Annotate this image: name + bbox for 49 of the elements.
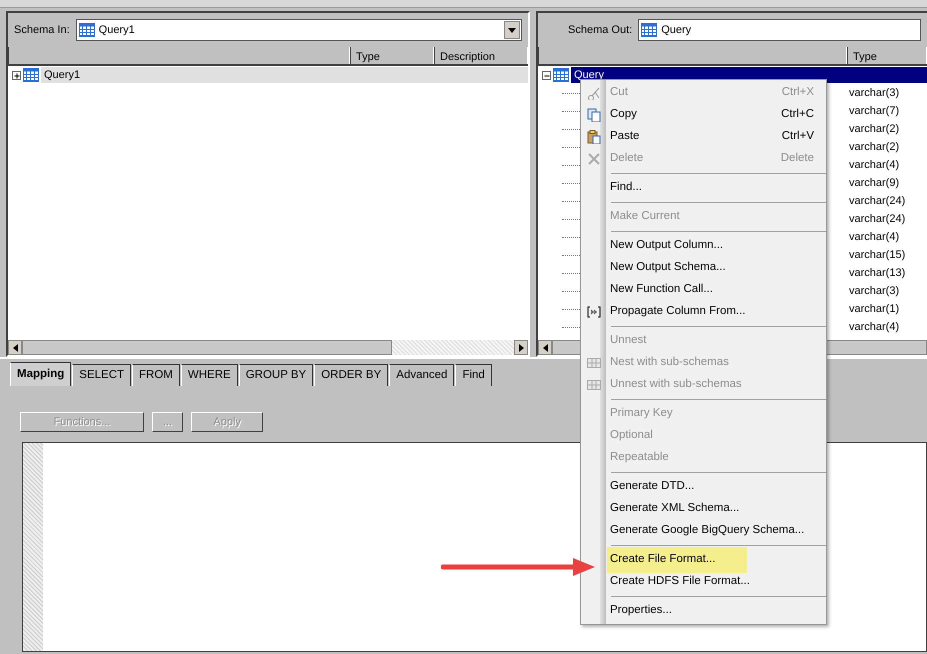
table-cell-text: varchar(1) — [849, 302, 900, 317]
menu-item[interactable]: New Output Column... — [607, 236, 726, 256]
menu-item[interactable]: Paste — [607, 127, 642, 147]
tab[interactable]: Mapping — [10, 362, 72, 386]
tab[interactable]: Advanced — [389, 364, 454, 386]
tree-item[interactable]: Query1 — [41, 66, 528, 84]
shortcut-label: Delete — [780, 151, 814, 166]
table-cell-text: varchar(24) — [849, 194, 906, 209]
dropdown-value: Query — [661, 22, 692, 38]
menu-item[interactable]: New Output Schema... — [607, 258, 729, 278]
menu-item[interactable]: Find... — [607, 178, 645, 198]
schema-label: Schema In: — [14, 22, 70, 38]
table-cell-text: varchar(15) — [849, 248, 906, 263]
menu-item[interactable]: New Function Call... — [607, 280, 716, 300]
table-cell-text: varchar(24) — [849, 212, 906, 227]
menu-item[interactable]: Create HDFS File Format... — [607, 572, 753, 592]
column-header[interactable]: Description — [434, 47, 528, 64]
tab[interactable]: WHERE — [180, 364, 238, 386]
tab[interactable]: GROUP BY — [238, 364, 314, 386]
table-cell-text: varchar(2) — [849, 122, 900, 137]
menu-item[interactable]: Generate Google BigQuery Schema... — [607, 521, 808, 541]
shortcut-label: Ctrl+X — [782, 85, 814, 100]
dropdown-value: Query1 — [98, 22, 136, 38]
schema-dropdown[interactable]: Query — [638, 19, 921, 41]
schema-dropdown[interactable]: Query1 — [76, 19, 522, 41]
column-header[interactable]: Type — [350, 47, 434, 64]
table-cell-text: varchar(9) — [849, 176, 900, 191]
table-cell-text: varchar(4) — [849, 158, 900, 173]
menu-item[interactable]: Generate XML Schema... — [607, 499, 742, 519]
menu-item[interactable]: Copy — [607, 105, 640, 125]
menu-item[interactable]: Properties... — [607, 601, 675, 621]
menu-item[interactable]: Generate DTD... — [607, 477, 698, 497]
menu-item[interactable]: Create File Format... — [607, 547, 748, 573]
table-cell-text: varchar(2) — [849, 140, 900, 155]
table-cell-text: varchar(3) — [849, 86, 900, 101]
table-cell-text: varchar(7) — [849, 104, 900, 119]
shortcut-label: Ctrl+C — [781, 107, 814, 122]
tab[interactable]: Find — [455, 364, 492, 386]
table-cell-text: varchar(4) — [849, 230, 900, 245]
table-cell-text: varchar(4) — [849, 320, 900, 335]
menu-item[interactable]: Propagate Column From... — [607, 302, 749, 322]
shortcut-label: Ctrl+V — [782, 129, 814, 144]
table-cell-text: varchar(3) — [849, 284, 900, 299]
column-header[interactable]: Type — [847, 47, 927, 64]
schema-label: Schema Out: — [568, 22, 632, 38]
tab[interactable]: SELECT — [72, 364, 132, 386]
tab[interactable]: ORDER BY — [314, 364, 388, 386]
table-cell-text: varchar(13) — [849, 266, 906, 281]
tab[interactable]: FROM — [132, 364, 180, 386]
